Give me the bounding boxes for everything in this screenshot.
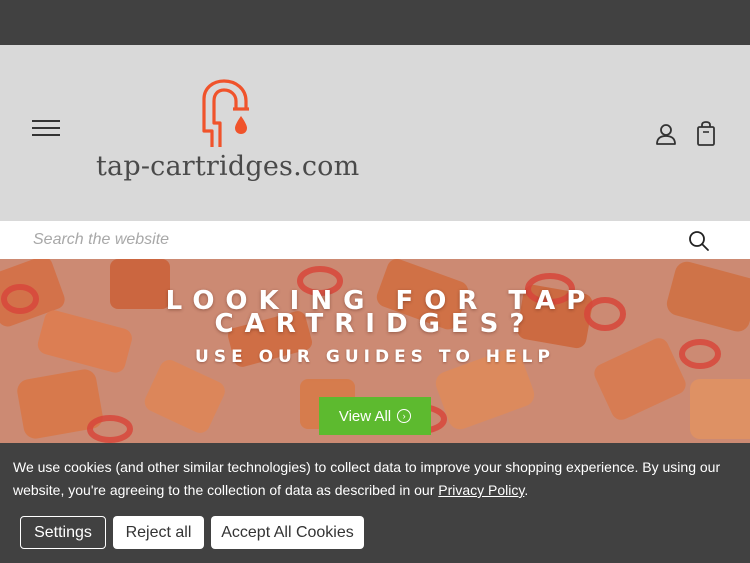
menu-line [32, 134, 60, 136]
top-bar [0, 0, 750, 45]
hamburger-menu-icon[interactable] [32, 118, 62, 140]
chevron-right-circle-icon: › [397, 409, 412, 423]
cookie-banner: We use cookies (and other similar techno… [0, 443, 750, 563]
site-header: tap-cartridges.com [0, 45, 750, 221]
menu-line [32, 120, 60, 122]
view-all-label: View All [338, 407, 392, 425]
cookie-message: We use cookies (and other similar techno… [13, 456, 733, 502]
cookie-settings-button[interactable]: Settings [20, 516, 106, 549]
site-logo[interactable]: tap-cartridges.com [94, 79, 364, 189]
search-input[interactable] [20, 226, 660, 254]
reject-all-button[interactable]: Reject all [113, 516, 204, 549]
search-bar [0, 221, 750, 259]
privacy-policy-link[interactable]: Privacy Policy [438, 482, 524, 498]
cookie-text-end: . [524, 482, 529, 498]
menu-line [32, 127, 60, 129]
search-icon[interactable] [687, 229, 711, 253]
hero-banner: LOOKING FOR TAP CARTRIDGES? USE OUR GUID… [0, 259, 750, 443]
shopping-bag-icon[interactable] [694, 121, 718, 147]
user-account-icon[interactable] [654, 122, 678, 146]
view-all-button[interactable]: View All › [319, 397, 431, 435]
cookie-text: We use cookies (and other similar techno… [13, 459, 721, 498]
accept-all-cookies-button[interactable]: Accept All Cookies [211, 516, 364, 549]
tap-faucet-logo-icon [202, 79, 249, 147]
hero-subheading: USE OUR GUIDES TO HELP [195, 347, 555, 367]
hero-heading-line2: CARTRIDGES? [214, 309, 536, 339]
brand-name: tap-cartridges.com [96, 151, 360, 182]
